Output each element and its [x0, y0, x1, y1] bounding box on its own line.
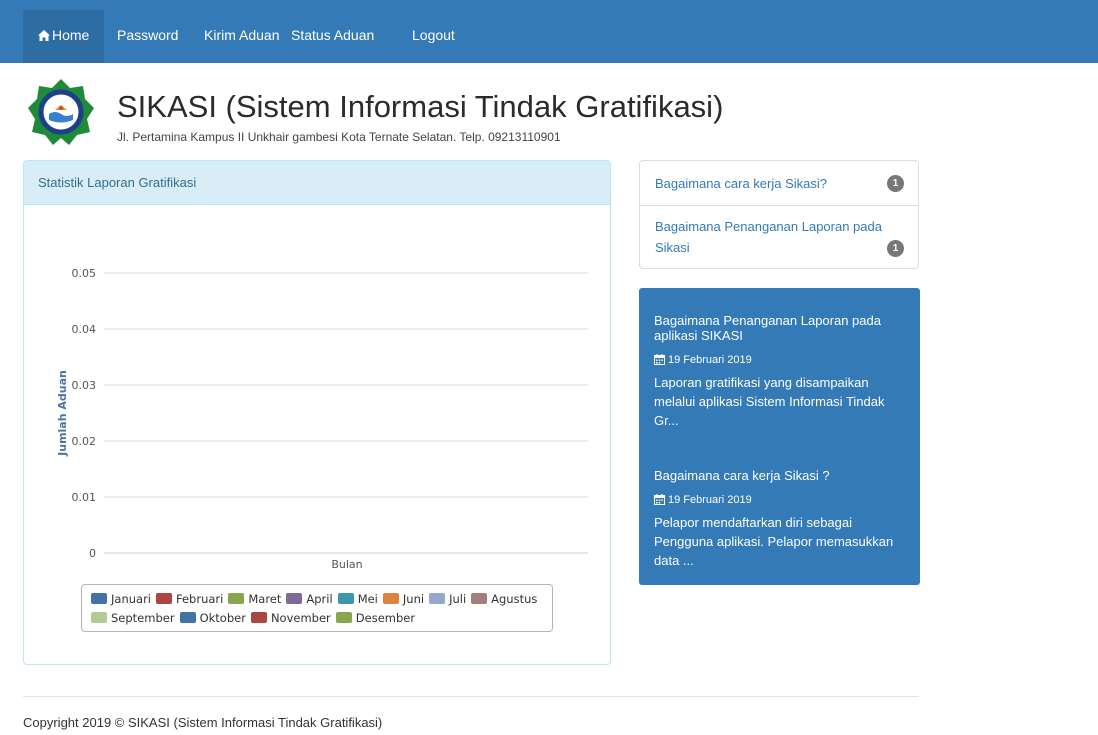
news-excerpt: Laporan gratifikasi yang disampaikan mel…: [654, 375, 885, 428]
divider: [640, 205, 918, 206]
legend-swatch: [337, 593, 354, 604]
legend-label: Mei: [357, 592, 378, 606]
legend-label: Juni: [402, 592, 425, 606]
news-date: 19 Februari 2019: [654, 493, 909, 509]
legend-swatch: [250, 612, 267, 623]
legend-label: Juli: [449, 592, 467, 606]
legend-label: November: [270, 611, 331, 625]
faq-count-badge: 1: [887, 175, 904, 192]
legend-item[interactable]: Mei: [337, 590, 378, 609]
legend-label: Januari: [111, 592, 151, 606]
legend-label: Agustus: [491, 592, 538, 606]
legend-swatch: [179, 612, 196, 623]
legend-item[interactable]: Maret: [228, 590, 281, 609]
news-date: 19 Februari 2019: [654, 353, 909, 369]
legend-swatch: [382, 593, 399, 604]
legend-label: Februari: [176, 592, 224, 606]
legend-item[interactable]: Januari: [91, 590, 151, 609]
news-panel: Bagaimana Penanganan Laporan pada aplika…: [639, 288, 920, 585]
y-tick-label: 0.04: [72, 323, 97, 336]
faq-item-label: Bagaimana cara kerja Sikasi?: [655, 176, 827, 191]
legend-swatch: [91, 593, 107, 604]
legend-label: Desember: [355, 611, 416, 625]
legend-item[interactable]: Juni: [382, 590, 425, 609]
y-tick-label: 0: [89, 547, 96, 560]
legend-swatch: [335, 612, 352, 623]
calendar-icon: [654, 354, 665, 369]
legend-item[interactable]: Agustus: [471, 590, 537, 609]
y-tick-label: 0.03: [72, 379, 97, 392]
y-axis-label: Jumlah Aduan: [56, 370, 69, 457]
chart-legend: Januari Februari Maret April Mei Juni Juli Agus…: [81, 584, 553, 632]
legend-swatch: [228, 593, 245, 604]
faq-count-badge: 1: [887, 240, 904, 257]
y-tick-label: 0.05: [72, 267, 97, 280]
news-excerpt: Pelapor mendaftarkan diri sebagai Penggu…: [654, 515, 894, 568]
legend-swatch: [429, 593, 446, 604]
legend-item[interactable]: April: [286, 590, 333, 609]
legend-swatch: [286, 593, 303, 604]
legend-item[interactable]: Desember: [335, 609, 416, 628]
legend-label: Maret: [248, 592, 282, 606]
news-title-link[interactable]: Bagaimana cara kerja Sikasi ?: [654, 468, 909, 483]
faq-item-label: Bagaimana Penanganan Laporan pada Sikasi: [655, 219, 882, 255]
legend-label: Oktober: [199, 611, 246, 625]
legend-item[interactable]: November: [250, 609, 331, 628]
news-article: Bagaimana Penanganan Laporan pada aplika…: [654, 313, 909, 430]
news-date-text: 19 Februari 2019: [668, 354, 752, 366]
faq-list: Bagaimana cara kerja Sikasi? 1 Bagaimana…: [639, 160, 919, 269]
faq-item-cara-kerja[interactable]: Bagaimana cara kerja Sikasi? 1: [640, 173, 918, 194]
x-axis-label: Bulan: [331, 558, 362, 571]
copyright-text: Copyright 2019 © SIKASI (Sistem Informas…: [23, 715, 383, 730]
legend-swatch: [471, 593, 488, 604]
legend-item[interactable]: Juli: [429, 590, 466, 609]
legend-swatch: [91, 612, 107, 623]
footer-divider: [23, 696, 919, 697]
y-tick-label: 0.02: [72, 435, 97, 448]
legend-item[interactable]: September: [91, 609, 175, 628]
calendar-icon: [654, 494, 665, 509]
legend-label: September: [111, 611, 175, 625]
legend-swatch: [156, 593, 172, 604]
legend-item[interactable]: Oktober: [179, 609, 246, 628]
legend-item[interactable]: Februari: [156, 590, 223, 609]
y-tick-label: 0.01: [72, 491, 97, 504]
news-date-text: 19 Februari 2019: [668, 494, 752, 506]
news-article: Bagaimana cara kerja Sikasi ? 19 Februar…: [654, 468, 909, 570]
news-title-link[interactable]: Bagaimana Penanganan Laporan pada aplika…: [654, 313, 909, 343]
legend-label: April: [306, 592, 333, 606]
faq-item-penanganan[interactable]: Bagaimana Penanganan Laporan pada Sikasi…: [640, 216, 918, 258]
